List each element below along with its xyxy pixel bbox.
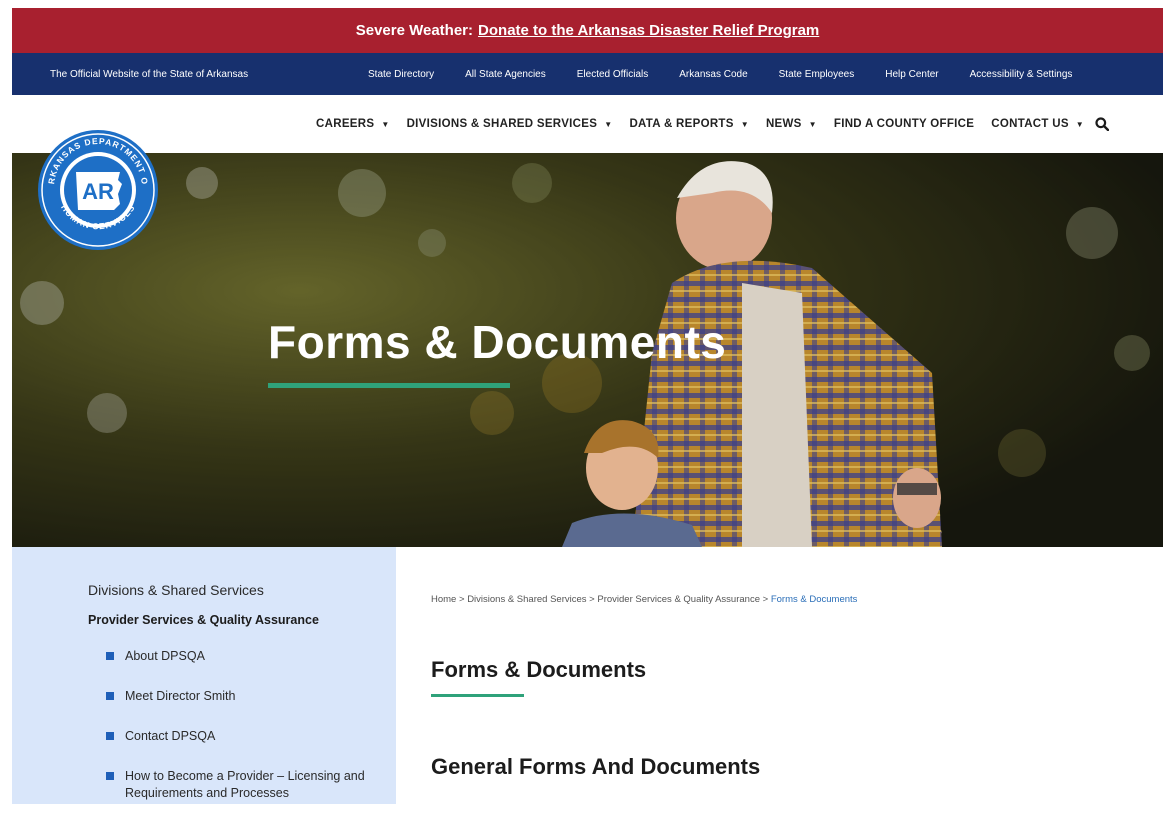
breadcrumb-separator: > xyxy=(762,594,769,605)
state-bar: The Official Website of the State of Ark… xyxy=(12,53,1163,95)
caret-down-icon: ▼ xyxy=(381,119,390,129)
breadcrumb-current: Forms & Documents xyxy=(770,594,858,605)
nav-careers-label: CAREERS xyxy=(316,118,375,130)
nav-data-reports[interactable]: DATA & REPORTS ▼ xyxy=(629,118,749,130)
state-link-state-employees[interactable]: State Employees xyxy=(779,69,855,80)
nav-news[interactable]: NEWS ▼ xyxy=(766,118,817,130)
search-icon xyxy=(1095,117,1110,131)
dhs-seal-icon: AR ARKANSAS DEPARTMENT OF HUMAN SERVICES xyxy=(32,106,158,250)
nav-find-county-office-label: FIND A COUNTY OFFICE xyxy=(833,118,975,130)
square-bullet-icon xyxy=(106,692,114,700)
nav-news-label: NEWS xyxy=(765,118,802,130)
sidebar-item-about[interactable]: About DPSQA xyxy=(106,648,396,665)
nav-contact-us-label: CONTACT US xyxy=(991,118,1069,130)
nav-careers[interactable]: CAREERS ▼ xyxy=(316,118,390,130)
caret-down-icon: ▼ xyxy=(604,119,613,129)
sidebar-list: About DPSQA Meet Director Smith Contact … xyxy=(106,648,396,825)
caret-down-icon: ▼ xyxy=(1075,119,1085,129)
caret-down-icon: ▼ xyxy=(808,119,817,129)
state-link-help-center[interactable]: Help Center xyxy=(885,69,938,80)
state-link-directory[interactable]: State Directory xyxy=(368,69,434,80)
page-title-underline xyxy=(431,694,524,697)
page-title: Forms & Documents xyxy=(431,657,647,682)
state-links: State Directory All State Agencies Elect… xyxy=(368,69,1103,80)
breadcrumb-provider-services[interactable]: Provider Services & Quality Assurance xyxy=(597,594,760,605)
dhs-logo[interactable]: AR ARKANSAS DEPARTMENT OF HUMAN SERVICES xyxy=(32,106,160,262)
sidebar-item-label: Contact DPSQA xyxy=(125,729,216,743)
donate-link[interactable]: Donate to the Arkansas Disaster Relief P… xyxy=(478,22,819,39)
state-link-agencies[interactable]: All State Agencies xyxy=(465,69,546,80)
nav-contact-us[interactable]: CONTACT US ▼ xyxy=(991,118,1084,130)
breadcrumb-divisions[interactable]: Divisions & Shared Services xyxy=(467,594,586,605)
nav-data-reports-label: DATA & REPORTS xyxy=(629,118,734,130)
breadcrumb-separator: > xyxy=(458,594,465,605)
breadcrumb: Home > Divisions & Shared Services > Pro… xyxy=(431,594,857,605)
sidebar-item-label: How to Become a Provider – Licensing and… xyxy=(125,769,365,800)
square-bullet-icon xyxy=(106,772,114,780)
hero-title: Forms & Documents xyxy=(268,316,727,368)
alert-prefix: Severe Weather: xyxy=(355,22,474,39)
nav-divisions-label: DIVISIONS & SHARED SERVICES xyxy=(406,118,598,130)
nav-divisions[interactable]: DIVISIONS & SHARED SERVICES ▼ xyxy=(407,118,613,130)
nav-find-county-office[interactable]: FIND A COUNTY OFFICE xyxy=(834,118,974,130)
square-bullet-icon xyxy=(106,732,114,740)
main-nav: CAREERS ▼ DIVISIONS & SHARED SERVICES ▼ … xyxy=(316,117,1126,131)
official-website-text: The Official Website of the State of Ark… xyxy=(50,68,249,80)
sidebar-item-become-provider[interactable]: How to Become a Provider – Licensing and… xyxy=(106,768,396,802)
state-link-accessibility[interactable]: Accessibility & Settings xyxy=(970,69,1073,80)
sidebar-parent-link[interactable]: Divisions & Shared Services xyxy=(88,582,264,598)
sidebar-item-label: Meet Director Smith xyxy=(125,689,236,703)
logo-monogram: AR xyxy=(82,179,114,204)
section-title: General Forms And Documents xyxy=(431,754,761,779)
sidebar-item-meet-director[interactable]: Meet Director Smith xyxy=(106,688,396,705)
sidebar-item-label: About DPSQA xyxy=(125,649,205,663)
weather-alert-bar: Severe Weather: Donate to the Arkansas D… xyxy=(12,8,1163,53)
sidebar-item-contact[interactable]: Contact DPSQA xyxy=(106,728,396,745)
search-button[interactable] xyxy=(1095,117,1110,131)
sidebar-current-section[interactable]: Provider Services & Quality Assurance xyxy=(88,613,319,627)
square-bullet-icon xyxy=(106,652,114,660)
breadcrumb-separator: > xyxy=(589,594,595,605)
breadcrumb-home[interactable]: Home xyxy=(431,594,456,605)
hero-title-underline xyxy=(268,383,510,388)
state-link-elected-officials[interactable]: Elected Officials xyxy=(577,69,649,80)
state-link-arkansas-code[interactable]: Arkansas Code xyxy=(679,69,747,80)
caret-down-icon: ▼ xyxy=(740,119,749,129)
